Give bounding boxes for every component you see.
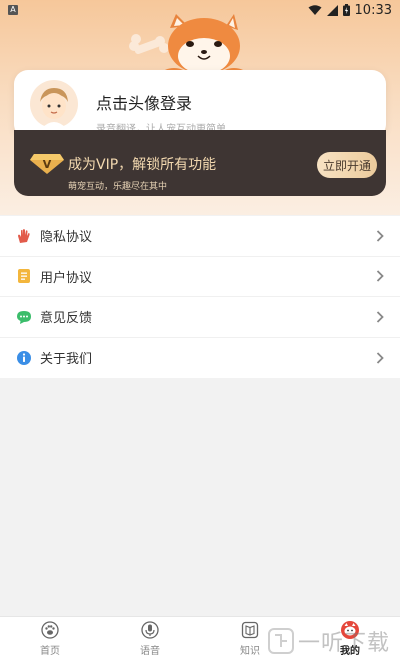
open-vip-button[interactable]: 立即开通 — [317, 152, 377, 178]
hand-icon — [16, 228, 32, 244]
status-time: 10:33 — [354, 2, 392, 18]
menu-item-privacy-policy[interactable]: 隐私协议 — [0, 216, 400, 257]
tab-voice[interactable]: 语音 — [100, 617, 200, 660]
dog-profile-icon — [341, 621, 359, 639]
menu-item-about-us[interactable]: 关于我们 — [0, 338, 400, 379]
menu-item-feedback[interactable]: 意见反馈 — [0, 297, 400, 338]
paw-icon — [41, 621, 59, 639]
vip-title: 成为VIP，解锁所有功能 — [68, 157, 217, 173]
vip-badge-letter: V — [43, 158, 52, 171]
chat-bubble-icon — [16, 309, 32, 325]
login-card[interactable]: 点击头像登录 录音翻译，让人宠互动更简单 — [14, 70, 386, 138]
info-icon — [16, 350, 32, 366]
vip-diamond-icon: V — [30, 154, 64, 174]
tab-mine[interactable]: 我的 — [300, 617, 400, 660]
menu-label: 隐私协议 — [40, 230, 93, 246]
login-title[interactable]: 点击头像登录 — [96, 90, 192, 114]
wifi-icon — [308, 4, 322, 15]
bone-icon — [129, 34, 169, 55]
chevron-right-icon — [376, 352, 384, 364]
battery-icon — [342, 4, 350, 16]
signal-icon — [326, 4, 338, 16]
status-left: A — [8, 5, 18, 15]
book-icon — [241, 621, 259, 639]
bottom-tab-bar: 首页 语音 知识 我的 — [0, 616, 400, 660]
tab-label: 首页 — [40, 646, 60, 657]
chevron-right-icon — [376, 311, 384, 323]
notification-icon: A — [8, 5, 18, 15]
document-icon — [16, 268, 32, 284]
chevron-right-icon — [376, 230, 384, 242]
chevron-right-icon — [376, 270, 384, 282]
tab-label: 我的 — [340, 646, 360, 657]
vip-subtitle: 萌宠互动，乐趣尽在其中 — [68, 182, 168, 192]
menu-label: 关于我们 — [40, 352, 93, 368]
status-right: 10:33 — [308, 3, 392, 18]
vip-card[interactable]: V 成为VIP，解锁所有功能 萌宠互动，乐趣尽在其中 立即开通 — [14, 130, 386, 196]
settings-menu: 隐私协议 用户协议 意见反馈 关于我们 — [0, 216, 400, 378]
tab-knowledge[interactable]: 知识 — [200, 617, 300, 660]
menu-label: 用户协议 — [40, 270, 93, 286]
avatar[interactable] — [30, 80, 78, 128]
menu-item-user-agreement[interactable]: 用户协议 — [0, 257, 400, 297]
menu-label: 意见反馈 — [40, 311, 93, 327]
tab-label: 知识 — [240, 646, 260, 657]
tab-home[interactable]: 首页 — [0, 617, 100, 660]
tab-label: 语音 — [140, 646, 160, 657]
microphone-icon — [141, 621, 159, 639]
